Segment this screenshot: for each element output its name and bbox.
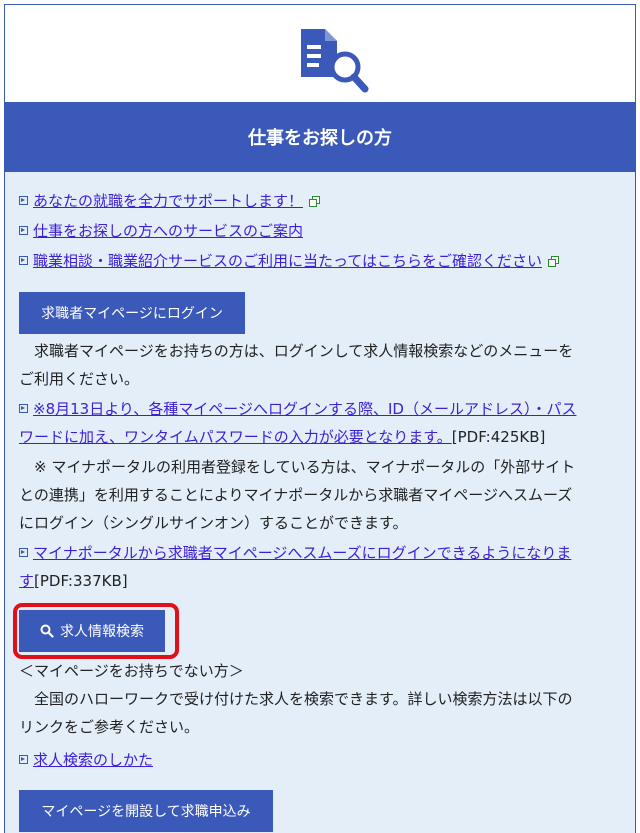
no-mypage-heading: ＜マイページをお持ちでない方＞ [19,662,244,680]
mypage-login-button[interactable]: 求職者マイページにログイン [19,292,245,334]
otp-notice-link[interactable]: ※8月13日より、各種マイページへログインする際、ID（メールアドレス）・パス [33,400,576,418]
otp-notice-link-cont[interactable]: ワードに加え、ワンタイムパスワードの入力が必要となります。 [19,428,452,446]
mynaportal-link-block: マイナポータルから求職者マイページへスムーズにログインできるようになりま す[P… [19,539,623,595]
no-mypage-section: ＜マイページをお持ちでない方＞ 全国のハローワークで受け付けた求人を検索できます… [19,657,623,741]
link-support[interactable]: あなたの就職を全力でサポートします！ [33,192,303,210]
link-bullet-icon [19,548,28,557]
link-support-line: あなたの就職を全力でサポートします！ [19,191,321,211]
link-bullet-icon [19,404,28,413]
panel-title: 仕事をお探しの方 [5,102,635,172]
document-search-icon [301,29,369,93]
link-services[interactable]: 仕事をお探しの方へのサービスのご案内 [33,222,303,240]
howto-link[interactable]: 求人検索のしかた [33,751,153,769]
mynaportal-link-cont[interactable]: す [19,572,34,590]
pdf-size-label: [PDF:425KB] [451,428,546,446]
link-bullet-icon [19,226,28,235]
link-services-line: 仕事をお探しの方へのサービスのご案内 [19,221,303,241]
panel-icon-area [5,5,635,102]
login-description: 求職者マイページをお持ちの方は、ログインして求人情報検索などのメニューを ご利用… [19,342,574,388]
mynaportal-description: ※ マイナポータルの利用者登録をしている方は、マイナポータルの「外部サイト との… [19,458,576,532]
external-window-icon [309,195,321,208]
mynaportal-link[interactable]: マイナポータルから求職者マイページへスムーズにログインできるようになりま [33,544,571,562]
job-seeker-panel: 仕事をお探しの方 あなたの就職を全力でサポートします！ 仕事をお探しの方へのサー… [4,4,636,833]
search-icon [40,624,54,638]
link-bullet-icon [19,256,28,265]
link-bullet-icon [19,196,28,205]
pdf-size-label: [PDF:337KB] [34,572,128,590]
link-consultation[interactable]: 職業相談・職業紹介サービスのご利用に当たってはこちらをご確認ください [33,252,542,270]
link-consultation-line: 職業相談・職業紹介サービスのご利用に当たってはこちらをご確認ください [19,251,560,271]
link-bullet-icon [19,755,28,764]
otp-notice: ※8月13日より、各種マイページへログインする際、ID（メールアドレス）・パス … [19,395,623,451]
external-window-icon [547,255,560,268]
job-search-button-label: 求人情報検索 [60,624,144,640]
job-search-button[interactable]: 求人情報検索 [19,610,165,652]
howto-link-line: 求人検索のしかた [19,750,153,770]
register-mypage-button[interactable]: マイページを開設して求職申込み [19,790,273,832]
